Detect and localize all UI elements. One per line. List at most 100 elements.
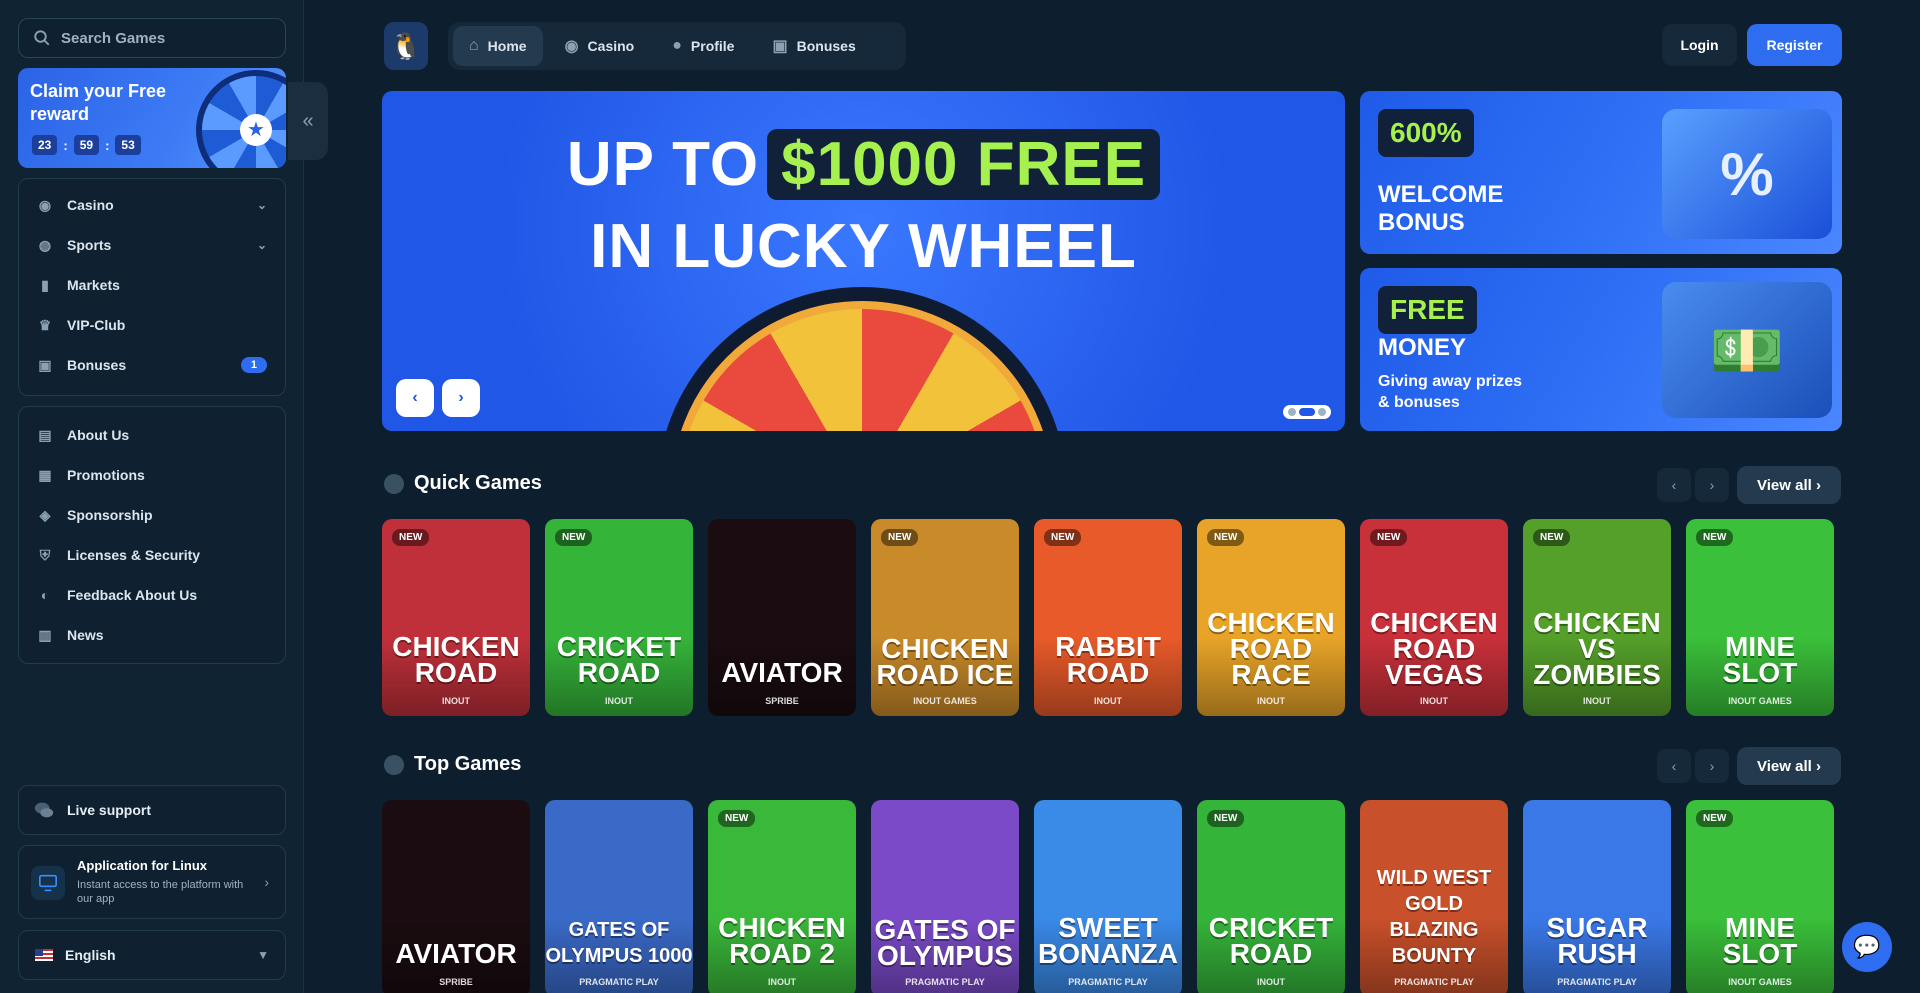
game-card[interactable]: GATES OF OLYMPUS PRAGMATIC PLAY: [871, 800, 1019, 993]
language-selector[interactable]: English ▼: [18, 930, 286, 980]
sidebar-item-markets[interactable]: ▮ Markets: [19, 265, 285, 305]
sidebar-item-feedback-about-us[interactable]: ◐ Feedback About Us: [19, 575, 285, 615]
sidebar: Claim your Free reward 23: 59: 53 ★ ◉ Cas…: [0, 0, 304, 993]
tab-label: Home: [487, 38, 527, 54]
sidebar-item-bonuses[interactable]: ▣ Bonuses 1: [19, 345, 285, 385]
game-card[interactable]: WILD WEST GOLD BLAZING BOUNTY PRAGMATIC P…: [1360, 800, 1508, 993]
game-card[interactable]: NEW MINE SLOT INOUT GAMES: [1686, 800, 1834, 993]
timer-hours: 23: [32, 135, 58, 155]
game-provider: INOUT: [1583, 696, 1611, 706]
pagination-dot[interactable]: [1288, 408, 1296, 416]
globe-ball-icon: ◍: [38, 236, 52, 253]
login-button[interactable]: Login: [1662, 24, 1737, 66]
reward-wheel-icon: ★: [196, 70, 286, 168]
hero-pagination[interactable]: [1283, 405, 1331, 419]
game-provider: SPRIBE: [439, 977, 473, 987]
linux-app-card[interactable]: Application for Linux Instant access to …: [18, 845, 286, 919]
reward-title: Claim your Free reward: [30, 81, 167, 124]
game-card[interactable]: NEW CRICKET ROAD INOUT: [545, 519, 693, 716]
hero-banner[interactable]: UP TO $1000 FREE IN LUCKY WHEEL ‹ ›: [382, 91, 1345, 431]
game-provider: PRAGMATIC PLAY: [1557, 977, 1637, 987]
tab-casino[interactable]: ◉ Casino: [549, 26, 651, 66]
search-icon: [34, 30, 50, 46]
game-card[interactable]: NEW CHICKEN VS ZOMBIES INOUT: [1523, 519, 1671, 716]
top-nav: ⌂ Home ◉ Casino ● Profile ▣ Bonuses: [448, 22, 906, 70]
reward-timer: 23: 59: 53: [32, 135, 141, 155]
register-button[interactable]: Register: [1747, 24, 1842, 66]
sidebar-item-casino[interactable]: ◉ Casino ⌄: [19, 185, 285, 225]
search-box[interactable]: [18, 18, 286, 58]
game-title: MINE SLOT: [1722, 912, 1798, 969]
welcome-bonus-banner[interactable]: 600% WELCOME BONUS %: [1360, 91, 1842, 254]
top-games-view-all-button[interactable]: View all ›: [1737, 747, 1841, 785]
game-card[interactable]: NEW CHICKEN ROAD INOUT: [382, 519, 530, 716]
game-card[interactable]: NEW CRICKET ROAD INOUT: [1197, 800, 1345, 993]
flame-icon: [384, 754, 404, 775]
tab-bonuses[interactable]: ▣ Bonuses: [756, 26, 871, 66]
tab-profile[interactable]: ● Profile: [656, 26, 750, 66]
live-support-button[interactable]: Live support: [18, 785, 286, 835]
chat-launcher-button[interactable]: 💬: [1842, 922, 1892, 972]
shield-icon: ⛨: [39, 546, 51, 563]
penguin-mascot-icon: 🐧: [389, 30, 423, 61]
dice-icon: [384, 473, 404, 494]
game-provider: INOUT: [605, 696, 633, 706]
us-flag-icon: [35, 949, 53, 961]
collapse-sidebar-button[interactable]: «: [288, 82, 328, 160]
gift-icon: ▣: [772, 38, 788, 55]
app-title: Application for Linux: [77, 858, 207, 873]
money-safe-icon: 💵: [1662, 282, 1832, 418]
sidebar-item-promotions[interactable]: ▦ Promotions: [19, 455, 285, 495]
game-card[interactable]: NEW CHICKEN ROAD VEGAS INOUT: [1360, 519, 1508, 716]
new-badge: NEW: [718, 810, 756, 827]
sidebar-item-sponsorship[interactable]: ◈ Sponsorship: [19, 495, 285, 535]
game-card[interactable]: NEW CHICKEN ROAD RACE INOUT: [1197, 519, 1345, 716]
pagination-dot[interactable]: [1318, 408, 1326, 416]
game-title: CHICKEN ROAD ICE: [876, 633, 1014, 690]
tab-home[interactable]: ⌂ Home: [453, 26, 543, 66]
info-menu: ▤ About Us ▦ Promotions ◈ Sponsorship ⛨ License…: [18, 406, 286, 664]
game-provider: PRAGMATIC PLAY: [1068, 977, 1148, 987]
pagination-dot[interactable]: [1299, 408, 1315, 416]
top-games-next-button[interactable]: ›: [1695, 749, 1729, 783]
game-provider: INOUT GAMES: [1728, 696, 1792, 706]
game-provider: INOUT: [1257, 696, 1285, 706]
game-card[interactable]: AVIATOR SPRIBE: [382, 800, 530, 993]
sidebar-item-news[interactable]: ▥ News: [19, 615, 285, 655]
game-card[interactable]: NEW CHICKEN ROAD 2 INOUT: [708, 800, 856, 993]
game-card[interactable]: NEW CHICKEN ROAD ICE INOUT GAMES: [871, 519, 1019, 716]
game-card[interactable]: SWEET BONANZA PRAGMATIC PLAY: [1034, 800, 1182, 993]
hero-highlight: $1000 FREE: [767, 129, 1161, 200]
quick-games-prev-button[interactable]: ‹: [1657, 468, 1691, 502]
sidebar-item-about-us[interactable]: ▤ About Us: [19, 415, 285, 455]
hero-next-button[interactable]: ›: [442, 379, 480, 417]
new-badge: NEW: [555, 529, 593, 546]
quick-games-next-button[interactable]: ›: [1695, 468, 1729, 502]
search-input[interactable]: [61, 29, 271, 47]
chat-bubbles-icon: [34, 802, 54, 818]
monitor-icon: [31, 866, 65, 900]
tab-label: Profile: [690, 38, 735, 54]
game-card[interactable]: GATES OF OLYMPUS 1000 PRAGMATIC PLAY: [545, 800, 693, 993]
game-card[interactable]: AVIATOR SPRIBE: [708, 519, 856, 716]
top-games-prev-button[interactable]: ‹: [1657, 749, 1691, 783]
language-label: English: [65, 947, 116, 963]
app-root: Claim your Free reward 23: 59: 53 ★ ◉ Cas…: [0, 0, 1920, 993]
site-logo[interactable]: 🐧: [384, 22, 428, 70]
free-money-banner[interactable]: FREE MONEY Giving away prizes & bonuses …: [1360, 268, 1842, 431]
sidebar-item-vip-club[interactable]: ♛ VIP-Club: [19, 305, 285, 345]
free-reward-card[interactable]: Claim your Free reward 23: 59: 53 ★: [18, 68, 286, 168]
game-provider: PRAGMATIC PLAY: [579, 977, 659, 987]
sidebar-item-sports[interactable]: ◍ Sports ⌄: [19, 225, 285, 265]
game-card[interactable]: SUGAR RUSH PRAGMATIC PLAY: [1523, 800, 1671, 993]
quick-games-view-all-button[interactable]: View all ›: [1737, 466, 1841, 504]
chevron-down-icon: ⌄: [256, 198, 267, 212]
lucky-wheel-icon: [657, 287, 1067, 431]
sidebar-item-licenses-security[interactable]: ⛨ Licenses & Security: [19, 535, 285, 575]
game-provider: INOUT: [1420, 696, 1448, 706]
game-title: CHICKEN VS ZOMBIES: [1533, 607, 1661, 690]
hero-prev-button[interactable]: ‹: [396, 379, 434, 417]
game-card[interactable]: NEW MINE SLOT INOUT GAMES: [1686, 519, 1834, 716]
sidebar-item-label: Feedback About Us: [67, 587, 198, 603]
game-card[interactable]: NEW RABBIT ROAD INOUT: [1034, 519, 1182, 716]
